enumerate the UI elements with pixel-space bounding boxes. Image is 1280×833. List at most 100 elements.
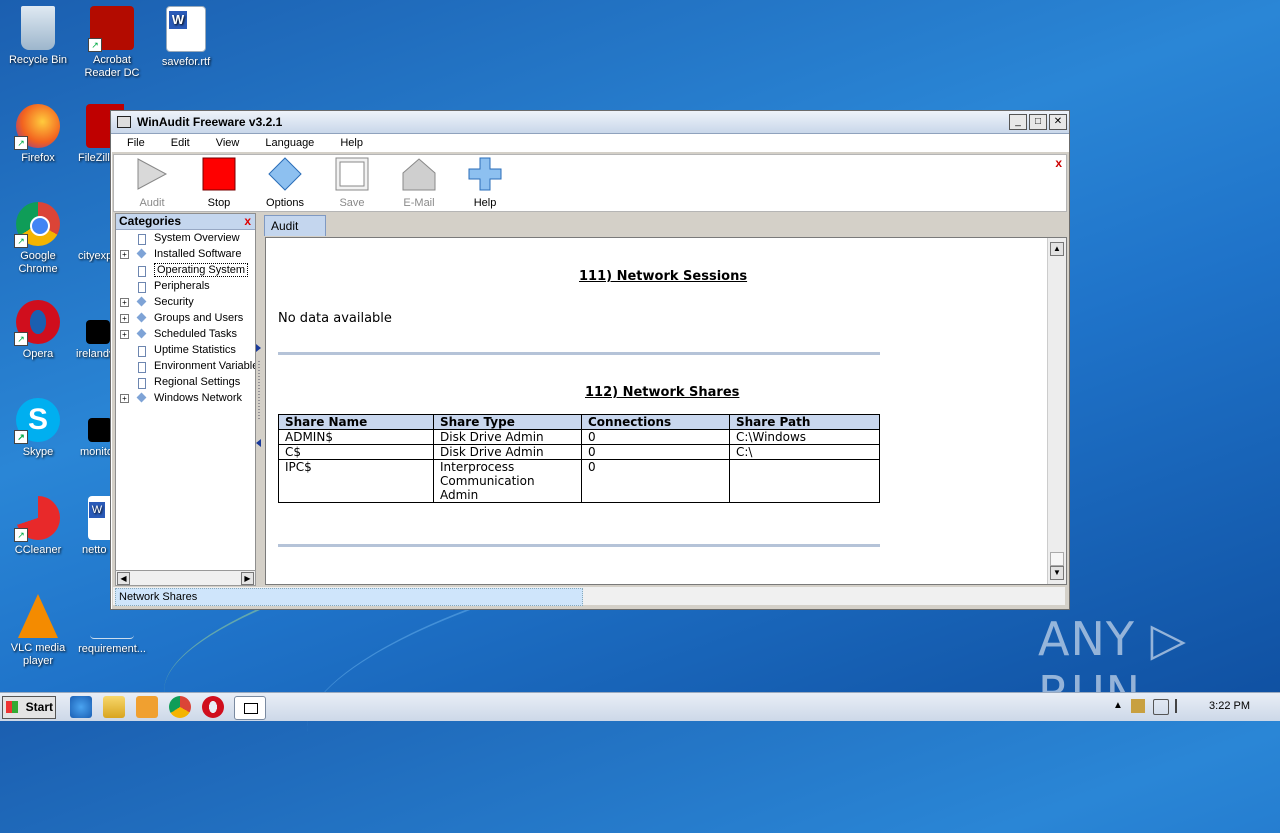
section-divider	[278, 544, 880, 547]
category-operating-system[interactable]: Operating System	[116, 262, 255, 278]
audit-label: Audit	[139, 197, 165, 209]
desktop-icon-label: irelandv	[76, 348, 110, 360]
category-environment-variables[interactable]: Environment Variables	[116, 358, 255, 374]
category-security[interactable]: + Security	[116, 294, 255, 310]
winaudit-window: WinAudit Freeware v3.2.1 _ □ ✕ File Edit…	[110, 110, 1070, 610]
save-button[interactable]: Save	[322, 157, 382, 209]
scroll-down-icon[interactable]: ▼	[1050, 566, 1064, 580]
category-label: Uptime Statistics	[154, 344, 236, 356]
audit-button[interactable]: Audit	[122, 157, 182, 209]
category-uptime-statistics[interactable]: Uptime Statistics	[116, 342, 255, 358]
desktop-icon-vlc[interactable]: VLC media player	[0, 594, 76, 668]
expand-icon[interactable]: +	[120, 394, 129, 403]
category-groups-and-users[interactable]: + Groups and Users	[116, 310, 255, 326]
category-label: Peripherals	[154, 280, 210, 292]
expand-icon[interactable]: +	[120, 330, 129, 339]
desktop-icon-label: Recycle Bin	[8, 54, 68, 66]
desktop-icon-acrobat[interactable]: ↗ Acrobat Reader DC	[74, 6, 150, 80]
table-cell: IPC$	[278, 459, 434, 503]
desktop-icon-cityexp[interactable]: cityexp	[64, 202, 110, 263]
speaker-icon[interactable]	[1153, 699, 1169, 715]
scroll-up-icon[interactable]: ▲	[1050, 242, 1064, 256]
computer-icon	[244, 703, 258, 714]
app-icon	[117, 116, 131, 128]
category-label: Environment Variables	[154, 360, 256, 372]
network-alert-icon[interactable]	[1131, 699, 1145, 713]
menu-bar: File Edit View Language Help	[111, 134, 1069, 152]
category-system-overview[interactable]: System Overview	[116, 230, 255, 246]
email-label: E-Mail	[403, 197, 435, 209]
menu-view[interactable]: View	[216, 137, 240, 149]
table-row: ADMIN$ Disk Drive Admin 0 C:\Windows	[278, 429, 880, 445]
media-player-icon[interactable]	[136, 696, 158, 718]
categories-horizontal-scrollbar[interactable]: ◀ ▶	[115, 570, 256, 586]
close-button[interactable]: ✕	[1049, 114, 1067, 130]
menu-file[interactable]: File	[127, 137, 145, 149]
document-icon	[138, 346, 146, 357]
table-cell	[729, 459, 880, 503]
scroll-thumb[interactable]	[1050, 552, 1064, 566]
table-cell: Disk Drive Admin	[433, 444, 582, 460]
table-cell: C:\Windows	[729, 429, 880, 445]
category-label: Windows Network	[154, 392, 243, 404]
opera-taskbar-icon[interactable]	[202, 696, 224, 718]
table-cell: 0	[581, 459, 730, 503]
report-vertical-scrollbar[interactable]: ▲ ▼	[1047, 238, 1066, 584]
category-regional-settings[interactable]: Regional Settings	[116, 374, 255, 390]
expand-icon[interactable]: +	[120, 298, 129, 307]
category-scheduled-tasks[interactable]: + Scheduled Tasks	[116, 326, 255, 342]
maximize-button[interactable]: □	[1029, 114, 1047, 130]
menu-help[interactable]: Help	[340, 137, 363, 149]
stop-button[interactable]: Stop	[189, 157, 249, 209]
show-hidden-icons-icon[interactable]: ▲	[1113, 700, 1123, 711]
categories-close-icon[interactable]: x	[244, 214, 251, 228]
minimize-button[interactable]: _	[1009, 114, 1027, 130]
desktop-icon-label: Acrobat Reader DC	[84, 54, 140, 79]
desktop-icon-savefor[interactable]: W savefor.rtf	[148, 6, 224, 69]
scroll-right-icon[interactable]: ▶	[241, 572, 254, 585]
help-button[interactable]: Help	[455, 157, 515, 209]
menu-edit[interactable]: Edit	[171, 137, 190, 149]
desktop-icon-label: savefor.rtf	[161, 56, 211, 68]
scroll-left-icon[interactable]: ◀	[117, 572, 130, 585]
chrome-taskbar-icon[interactable]	[169, 696, 191, 718]
opera-icon: ↗	[14, 300, 60, 346]
ccleaner-icon: ↗	[14, 496, 60, 542]
options-button[interactable]: Options	[255, 157, 315, 209]
window-title: WinAudit Freeware v3.2.1	[137, 115, 283, 129]
expand-icon[interactable]: +	[120, 314, 129, 323]
toolbar-close-icon[interactable]: x	[1055, 156, 1062, 170]
category-peripherals[interactable]: Peripherals	[116, 278, 255, 294]
desktop-icon-label: requirement...	[78, 643, 146, 655]
desktop-icon-label: monito	[80, 446, 110, 458]
windows-logo-icon	[6, 701, 18, 713]
tab-audit[interactable]: Audit	[264, 215, 326, 236]
expand-icon[interactable]: +	[120, 250, 129, 259]
desktop-icon-monito[interactable]: monito	[64, 398, 110, 459]
category-windows-network[interactable]: + Windows Network	[116, 390, 255, 406]
email-button[interactable]: E-Mail	[389, 157, 449, 209]
file-explorer-icon[interactable]	[103, 696, 125, 718]
table-header-row: Share Name Share Type Connections Share …	[278, 414, 880, 430]
table-cell: C:\	[729, 444, 880, 460]
clock[interactable]: 3:22 PM	[1209, 700, 1250, 712]
save-icon	[335, 157, 369, 191]
menu-language[interactable]: Language	[265, 137, 314, 149]
desktop-icon-netto[interactable]: W netto	[64, 496, 110, 557]
start-button[interactable]: Start	[2, 696, 56, 719]
category-installed-software[interactable]: + Installed Software	[116, 246, 255, 262]
desktop-icon-recycle-bin[interactable]: Recycle Bin	[0, 6, 76, 67]
category-label: Installed Software	[154, 248, 242, 260]
desktop-icon-label: CCleaner	[14, 544, 62, 556]
desktop-icon-label: netto	[82, 544, 107, 556]
report-view: 111) Network Sessions No data available …	[265, 237, 1067, 585]
desktop-icon-requirement[interactable]: requirement...	[72, 614, 152, 656]
winaudit-taskbar-button[interactable]	[234, 696, 266, 720]
flag-icon[interactable]	[1175, 699, 1189, 713]
title-bar[interactable]: WinAudit Freeware v3.2.1 _ □ ✕	[111, 111, 1069, 134]
table-cell: 0	[581, 444, 730, 460]
desktop-icon-irelandv[interactable]: irelandv	[64, 300, 110, 361]
panel-splitter[interactable]	[256, 341, 262, 451]
options-label: Options	[266, 197, 304, 209]
internet-explorer-icon[interactable]	[70, 696, 92, 718]
